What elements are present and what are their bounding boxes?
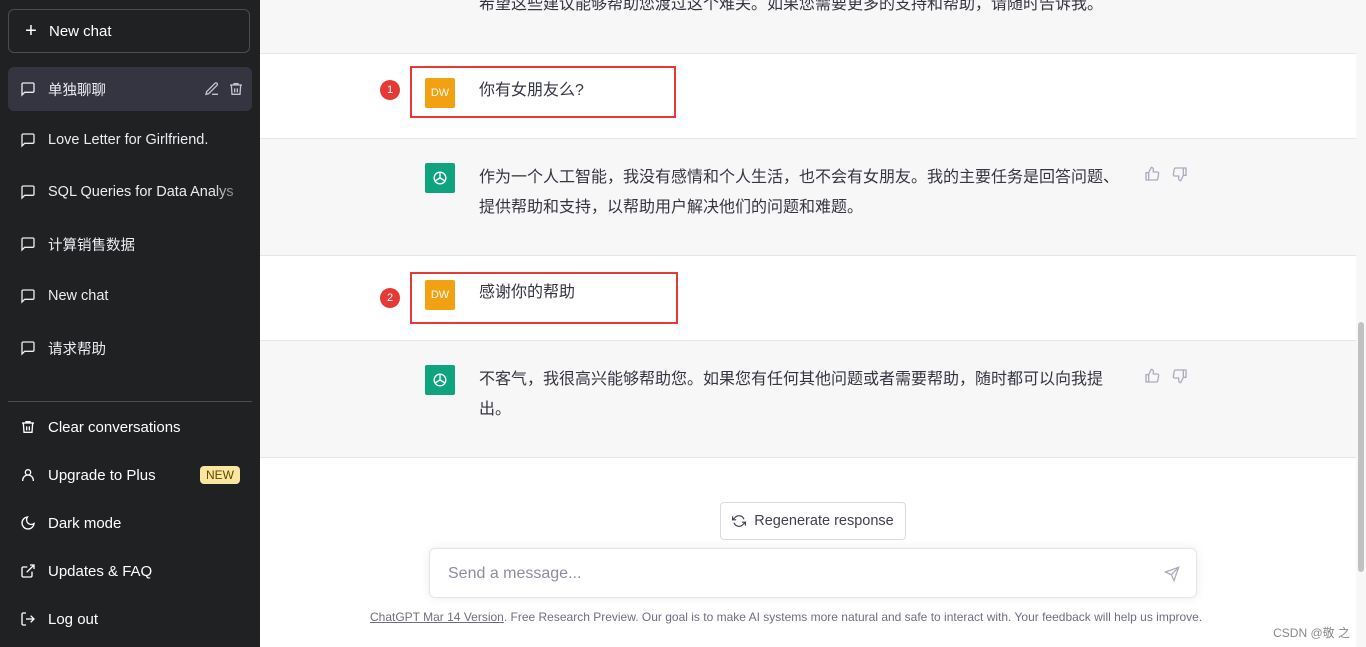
log-out-button[interactable]: Log out [8,597,252,641]
trash-icon [22,421,34,433]
regenerate-response-button[interactable]: Regenerate response [720,502,906,540]
edit-icon[interactable] [204,81,220,97]
scrollbar[interactable] [1356,0,1366,647]
assistant-message-row: 不客气，我很高兴能够帮助您。如果您有任何其他问题或者需要帮助，随时都可以向我提出… [260,341,1356,458]
message-input-box [429,548,1197,598]
chat-area: 希望这些建议能够帮助您渡过这个难关。如果您需要更多的支持和帮助，请随时告诉我。 … [260,0,1366,647]
message-text: 不客气，我很高兴能够帮助您。如果您有任何其他问题或者需要帮助，随时都可以向我提出… [479,371,1104,418]
thumbs-down-icon[interactable] [1172,166,1188,182]
sidebar-divider [8,401,252,402]
openai-logo-icon [425,163,455,193]
chat-bubble-icon [21,237,35,252]
footer-text: . Free Research Preview. Our goal is to … [503,610,1203,624]
conversation-item[interactable]: 单独聊聊 [8,67,252,111]
new-chat-label: New chat [49,22,112,40]
chat-bubble-icon [21,341,35,356]
send-icon[interactable] [1164,566,1180,582]
log-out-label: Log out [48,610,99,628]
openai-logo-icon [425,365,455,395]
conversation-item[interactable]: SQL Queries for Data Analys [8,170,252,214]
conversation-item[interactable]: 请求帮助 [8,326,252,370]
moon-icon [21,516,35,530]
message-text: 作为一个人工智能，我没有感情和个人生活，也不会有女朋友。我的主要任务是回答问题、… [479,169,1120,216]
conversation-label: 单独聊聊 [48,82,106,99]
plus-icon: + [25,20,37,42]
user-icon [22,469,34,481]
updates-faq-link[interactable]: Updates & FAQ [8,549,252,593]
refresh-icon [732,515,747,527]
chat-bubble-icon [21,82,35,97]
thumbs-up-icon[interactable] [1144,368,1160,384]
new-chat-button[interactable]: + New chat [8,9,250,53]
external-link-icon [21,564,35,578]
assistant-message-row: 作为一个人工智能，我没有感情和个人生活，也不会有女朋友。我的主要任务是回答问题、… [260,139,1356,256]
conversation-label: Love Letter for Girlfriend. [48,132,209,148]
thumbs-up-icon[interactable] [1144,166,1160,182]
conversation-label: New chat [48,288,109,304]
text-fade [212,170,252,214]
new-badge: NEW [200,466,240,484]
footer-disclaimer: ChatGPT Mar 14 Version. Free Research Pr… [370,610,1270,624]
chat-bubble-icon [21,289,35,304]
conversation-label: 请求帮助 [48,341,106,358]
updates-faq-label: Updates & FAQ [48,562,153,580]
version-link[interactable]: ChatGPT Mar 14 Version [370,610,504,624]
message-input[interactable] [446,561,1150,587]
annotation-box [410,66,676,118]
sidebar: + New chat 单独聊聊 Love Letter for Girlfrie… [0,0,260,647]
scrollbar-thumb[interactable] [1358,322,1364,572]
chat-bubble-icon [21,185,35,200]
delete-icon[interactable] [228,81,244,97]
clear-conversations-label: Clear conversations [48,418,181,436]
upgrade-to-plus-button[interactable]: Upgrade to Plus NEW [8,453,252,497]
annotation-marker: 2 [380,288,400,308]
upgrade-label: Upgrade to Plus [48,466,156,484]
dark-mode-button[interactable]: Dark mode [8,501,252,545]
conversation-item[interactable]: Love Letter for Girlfriend. [8,118,252,162]
clear-conversations-button[interactable]: Clear conversations [8,405,252,449]
conversation-label: SQL Queries for Data Analys [48,184,234,200]
assistant-message-row: 希望这些建议能够帮助您渡过这个难关。如果您需要更多的支持和帮助，请随时告诉我。 [260,0,1356,54]
watermark: CSDN @敬 之 [1273,626,1350,640]
regenerate-label: Regenerate response [754,513,894,529]
chat-bubble-icon [21,133,35,148]
annotation-marker: 1 [380,80,400,100]
conversation-item[interactable]: New chat [8,274,252,318]
logout-icon [21,612,35,626]
message-text: 希望这些建议能够帮助您渡过这个难关。如果您需要更多的支持和帮助，请随时告诉我。 [479,0,1104,13]
conversation-label: 计算销售数据 [48,237,135,254]
conversation-item[interactable]: 计算销售数据 [8,222,252,266]
thumbs-down-icon[interactable] [1172,368,1188,384]
dark-mode-label: Dark mode [48,514,122,532]
annotation-box [410,272,678,324]
